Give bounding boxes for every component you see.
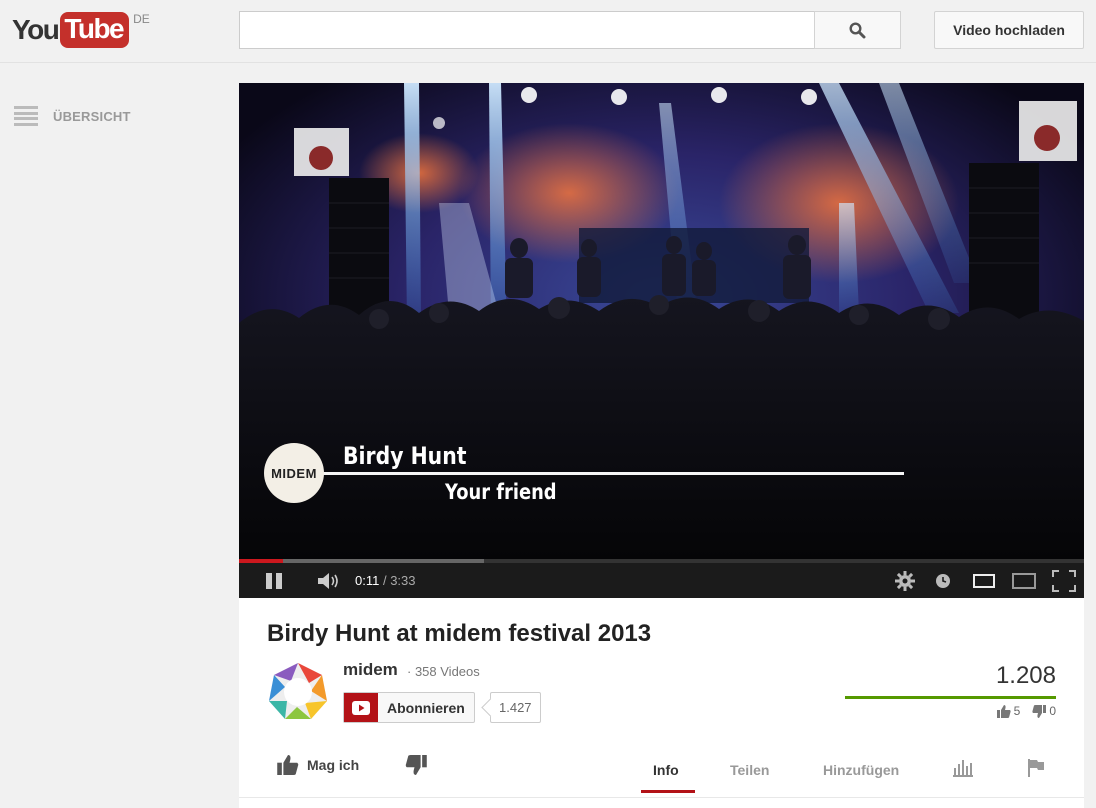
like-button[interactable]: Mag ich [277, 755, 359, 775]
subscriber-count: 1.427 [490, 692, 541, 723]
logo-country-code: DE [133, 12, 150, 26]
channel-video-count[interactable]: · 358 Videos [407, 664, 480, 679]
action-bar: Mag ich Info Teilen Hinzufügen [239, 743, 1084, 798]
like-counts: 5 0 [985, 704, 1056, 718]
like-count-group: 5 [996, 704, 1021, 718]
pause-button[interactable] [265, 572, 283, 590]
upload-video-button[interactable]: Video hochladen [934, 11, 1084, 49]
thumbs-up-icon [277, 755, 299, 775]
total-time: 3:33 [390, 573, 416, 588]
settings-button[interactable] [895, 570, 915, 591]
dislike-count: 0 [1049, 704, 1056, 718]
like-count: 5 [1013, 704, 1021, 718]
pause-icon [266, 572, 282, 589]
flag-icon [1028, 759, 1044, 777]
statistics-icon [953, 760, 973, 777]
tab-add-to[interactable]: Hinzufügen [823, 762, 899, 778]
tab-info[interactable]: Info [653, 762, 679, 778]
large-player-button[interactable] [1012, 572, 1036, 589]
search-input[interactable] [239, 11, 814, 49]
dislike-button[interactable] [405, 755, 427, 780]
lower-third-song: Your friend [445, 480, 557, 504]
tab-share[interactable]: Teilen [730, 762, 769, 778]
guide-button[interactable]: ÜBERSICHT [14, 104, 131, 128]
search-icon [849, 21, 866, 38]
midem-avatar-icon [269, 663, 327, 719]
small-player-button[interactable] [973, 573, 995, 588]
thumbs-up-small-icon [996, 704, 1011, 718]
fullscreen-icon [1052, 569, 1076, 592]
masthead: You Tube DE Video hochladen [0, 0, 1096, 63]
tab-statistics[interactable] [953, 759, 973, 780]
active-tab-indicator [641, 790, 695, 793]
youtube-play-icon [344, 693, 378, 722]
video-frame[interactable]: MIDEM Birdy Hunt Your friend [239, 83, 1084, 559]
player-controls: 0:11 / 3:33 [239, 563, 1084, 598]
volume-icon [318, 572, 338, 589]
logo-tube-text: Tube [60, 12, 130, 48]
channel-name-link[interactable]: midem [343, 660, 398, 680]
menu-icon [14, 104, 38, 128]
large-player-icon [1012, 572, 1036, 589]
volume-button[interactable] [317, 572, 341, 590]
subscribe-button[interactable]: Abonnieren [343, 692, 475, 723]
lower-third-artist: Birdy Hunt [343, 442, 467, 470]
like-button-label: Mag ich [307, 757, 360, 773]
search-bar [239, 11, 901, 49]
watch-later-button[interactable] [935, 573, 951, 589]
search-button[interactable] [814, 11, 901, 49]
fullscreen-button[interactable] [1052, 569, 1076, 592]
like-ratio-fill [845, 696, 1056, 699]
time-display: 0:11 / 3:33 [355, 573, 416, 588]
midem-logo: MIDEM [264, 443, 324, 503]
video-info-panel: Birdy Hunt at midem festival 2013 midem … [239, 598, 1084, 808]
guide-label: ÜBERSICHT [53, 108, 131, 124]
dislike-count-group: 0 [1032, 704, 1056, 718]
time-separator: / [379, 573, 391, 588]
video-title: Birdy Hunt at midem festival 2013 [267, 620, 652, 647]
thumbs-down-small-icon [1032, 704, 1047, 718]
view-count: 1.208 [995, 662, 1056, 689]
like-ratio-bar [845, 696, 1056, 699]
clock-icon [936, 573, 950, 588]
youtube-logo[interactable]: You Tube DE [12, 12, 150, 48]
current-time: 0:11 [355, 573, 380, 588]
video-lower-third: MIDEM Birdy Hunt Your friend [264, 442, 904, 513]
small-player-icon [973, 573, 995, 588]
video-player[interactable]: MIDEM Birdy Hunt Your friend 0:11 / 3:33 [239, 83, 1084, 598]
gear-icon [895, 570, 915, 591]
thumbs-down-icon [405, 755, 427, 775]
subscribe-label: Abonnieren [387, 699, 465, 716]
divider [239, 797, 1084, 798]
channel-avatar[interactable] [267, 661, 329, 723]
lower-third-line [322, 472, 904, 475]
tab-report[interactable] [1027, 758, 1045, 781]
logo-you-text: You [12, 14, 60, 45]
